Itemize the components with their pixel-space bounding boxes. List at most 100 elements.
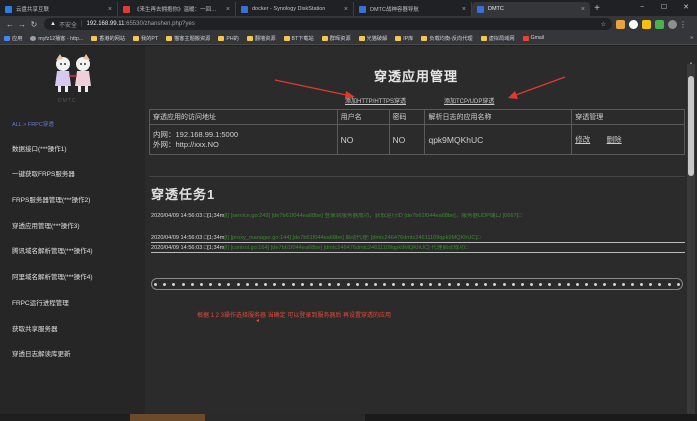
divider [149, 176, 685, 177]
bookmark-star-icon[interactable]: ☆ [601, 21, 606, 28]
sidebar-item-tencent-dns[interactable]: 腾讯域名解析管理(***操作4) [12, 245, 93, 255]
bookmark-item[interactable]: 应用 [4, 35, 22, 42]
sidebar-item-frpc-process[interactable]: FRPC运行进程管理 [12, 297, 69, 307]
tab-close-icon[interactable]: × [108, 6, 112, 13]
back-arrow-icon[interactable]: ← [4, 20, 16, 29]
folder-icon [133, 35, 140, 41]
extension-icon[interactable] [642, 19, 651, 29]
bookmark-label: PH的 [226, 35, 239, 42]
bookmark-item[interactable]: 我的PT [133, 35, 158, 42]
breadcrumb[interactable]: ALL > FRPC穿透 [12, 120, 54, 128]
logo-text: DMTC [58, 98, 77, 104]
bookmark-item[interactable]: PH的 [218, 35, 239, 42]
reload-icon[interactable]: ↻ [28, 20, 40, 29]
new-tab-button[interactable]: + [590, 2, 604, 16]
progress-dot [282, 282, 286, 286]
progress-dot [658, 282, 662, 286]
sidebar-item-frps-server-manage[interactable]: FRPS服务器管理(***操作2) [12, 194, 90, 204]
bookmark-item[interactable]: 猫客主题搬资源 [166, 35, 210, 42]
scrollbar[interactable] [687, 64, 695, 414]
bookmark-item[interactable]: Gmail [522, 35, 545, 41]
sidebar-item-data-api[interactable]: 数据接口(***操作1) [12, 143, 67, 153]
folder-icon [283, 35, 290, 41]
log-timestamp: 2020/04/09 14:56:03 □[1;34m [151, 235, 225, 241]
sidebar-item-log-library-update[interactable]: 穿透日志解读库更新 [12, 348, 71, 358]
progress-dot [410, 282, 414, 286]
bookmark-label: 群晖资源 [329, 35, 351, 42]
browser-tab-active[interactable]: DMTC × [472, 2, 590, 16]
task-heading: 穿透任务1 [151, 187, 216, 202]
tab-favicon-icon [477, 5, 484, 13]
extranet-address: 外网：http://xxx.NO [153, 139, 219, 149]
bookmark-label: 负载均衡-反向代理 [429, 35, 473, 42]
extension-icon[interactable] [655, 19, 664, 29]
close-window-button[interactable]: ✕ [675, 0, 697, 16]
tab-close-icon[interactable]: × [226, 6, 230, 13]
browser-tab[interactable]: docker - Synology DiskStation × [236, 2, 354, 16]
gmail-icon [522, 35, 529, 41]
bookmark-item[interactable]: 群晖资源 [321, 35, 351, 42]
menu-kebab-icon[interactable]: ⋮ [677, 20, 689, 29]
folder-icon [91, 35, 98, 41]
progress-dot [291, 282, 295, 286]
browser-tab-bar: 云盘共享互联 × 《来生再去拥抱你》温暖：一回… × docker - Syno… [0, 0, 697, 16]
bookmark-label: 香港的网站 [99, 35, 126, 42]
column-header: 穿透管理 [571, 109, 685, 125]
url-host: 192.168.99.11 [86, 21, 125, 27]
folder-icon [321, 35, 328, 41]
tab-close-icon[interactable]: × [462, 6, 466, 13]
url-input[interactable]: ▲ 不安全 | 192.168.99.11 :65530/zhanshen.ph… [44, 18, 612, 30]
browser-tab[interactable]: 云盘共享互联 × [0, 2, 118, 16]
minimize-button[interactable]: − [631, 0, 653, 16]
bookmark-label: 我的PT [141, 35, 159, 42]
delete-link[interactable]: 删除 [607, 135, 622, 144]
add-tcp-udp-proxy-link[interactable]: 添加TCP/UDP穿透 [444, 96, 494, 105]
bookmark-item[interactable]: IP库 [395, 35, 413, 42]
warning-icon: ▲ [50, 21, 56, 27]
bookmark-item[interactable]: 翻墙资源 [246, 35, 276, 42]
sidebar-item-proxy-app-manage[interactable]: 穿透应用管理(***操作3) [12, 220, 80, 230]
progress-dot [493, 282, 497, 286]
extension-icon[interactable] [616, 19, 625, 29]
progress-dot [190, 282, 194, 286]
progress-dot [475, 282, 479, 286]
tab-title: 云盘共享互联 [16, 7, 50, 13]
bookmark-label: 猫客主题搬资源 [174, 35, 211, 42]
progress-dot [511, 282, 515, 286]
log-message: [I] [service.go:249] [de7b61f044ea68be] … [224, 213, 522, 219]
proxy-table: 穿透应用的访问地址 用户名 密码 解析日志的应用名称 穿透管理 内网：192.1… [149, 109, 685, 155]
maximize-button[interactable]: ☐ [653, 0, 675, 16]
security-label: 不安全 [58, 22, 77, 29]
tab-favicon-icon [123, 5, 130, 13]
forward-arrow-icon[interactable]: → [16, 20, 28, 29]
progress-dot [374, 282, 378, 286]
bookmark-label: Gmail [530, 35, 545, 41]
tab-title: docker - Synology DiskStation [252, 6, 326, 12]
table-row: 内网：192.168.99.1:5000 外网：http://xxx.NO NO… [149, 124, 685, 155]
profile-avatar-icon[interactable] [668, 19, 677, 29]
scrollbar-thumb[interactable] [688, 76, 694, 176]
add-http-proxy-link[interactable]: 添加HTTP/HTTPS穿透 [345, 96, 406, 105]
browser-tab[interactable]: 《来生再去拥抱你》温暖：一回… × [118, 2, 236, 16]
bookmark-item[interactable]: myfz12播客 - http... [30, 35, 83, 42]
bookmark-label: 虚拟局域网 [488, 35, 515, 42]
bookmark-item[interactable]: 香港的网站 [91, 35, 125, 42]
bookmark-item[interactable]: BT下载站 [283, 35, 314, 42]
sidebar-item-shared-servers[interactable]: 获取共享服务器 [12, 323, 58, 333]
tab-close-icon[interactable]: × [344, 6, 348, 13]
tab-close-icon[interactable]: × [581, 6, 585, 13]
bookmark-item[interactable]: 虚拟局域网 [480, 35, 515, 42]
progress-dot [273, 282, 277, 286]
progress-dot [630, 282, 634, 286]
edit-link[interactable]: 修改 [575, 135, 590, 144]
extension-icon[interactable] [629, 19, 638, 29]
progress-dot [566, 282, 570, 286]
progress-dot [209, 282, 213, 286]
sidebar: DMTC ALL > FRPC穿透 数据接口(***操作1) 一键获取FRPS服… [0, 46, 145, 421]
bookmarks-overflow-icon[interactable]: » [690, 35, 693, 41]
bookmark-item[interactable]: 光猫破解 [358, 35, 387, 42]
sidebar-item-aliyun-dns[interactable]: 阿里域名解析管理(***操作4) [12, 271, 93, 281]
sidebar-item-get-frps-server[interactable]: 一键获取FRPS服务器 [12, 168, 75, 178]
bookmark-item[interactable]: 负载均衡-反向代理 [421, 35, 473, 42]
browser-tab[interactable]: DMTC战神容器导航 × [354, 2, 472, 16]
